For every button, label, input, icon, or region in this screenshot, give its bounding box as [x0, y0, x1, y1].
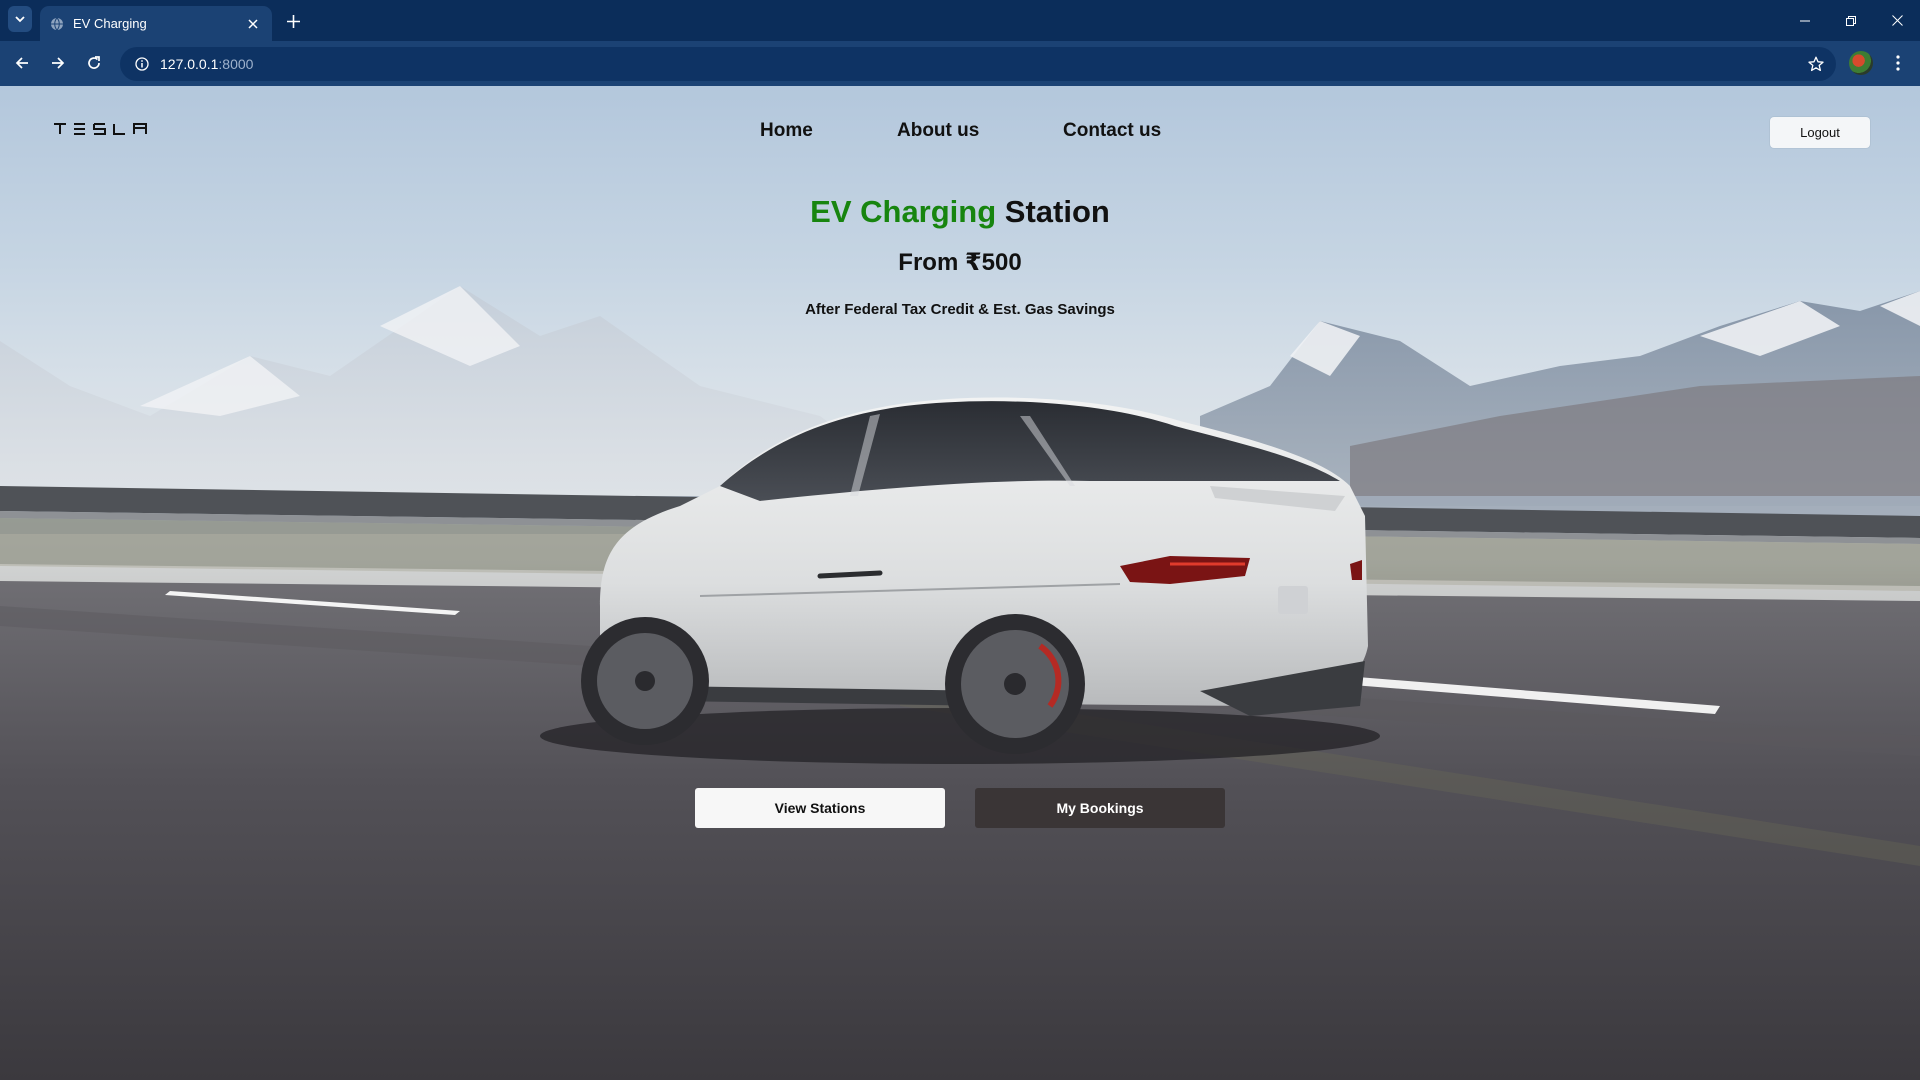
back-arrow-icon[interactable] [8, 49, 36, 77]
nav-contact-link[interactable]: Contact us [1063, 120, 1161, 142]
tab-title: EV Charging [73, 16, 147, 31]
site-info-icon[interactable] [132, 54, 152, 74]
forward-arrow-icon[interactable] [44, 49, 72, 77]
globe-icon [51, 17, 63, 30]
profile-avatar[interactable] [1849, 51, 1873, 75]
hero-subtitle: After Federal Tax Credit & Est. Gas Savi… [805, 301, 1115, 318]
browser-tab-bar: EV Charging [0, 0, 1920, 41]
page-viewport: Home About us Contact us Logout EV Charg… [0, 86, 1920, 1080]
window-controls [1782, 0, 1920, 41]
my-bookings-button[interactable]: My Bookings [975, 788, 1225, 828]
rear-wheel [945, 614, 1085, 754]
logout-button[interactable]: Logout [1770, 117, 1870, 148]
hero-title-rest: Station [996, 194, 1110, 229]
tab-list-icon[interactable] [8, 6, 32, 32]
window-close-icon[interactable] [1874, 0, 1920, 41]
minimize-icon[interactable] [1782, 0, 1828, 41]
tesla-wordmark [54, 123, 147, 135]
hero-price: From ₹500 [898, 249, 1022, 276]
hero-title-highlight: EV Charging [810, 194, 997, 229]
url-port: :8000 [218, 56, 254, 72]
plus-icon[interactable] [282, 10, 304, 32]
hero-title: EV Charging Station [0, 194, 1920, 230]
view-stations-button[interactable]: View Stations [695, 788, 945, 828]
address-bar[interactable]: 127.0.0.1:8000 [120, 47, 1836, 81]
bookmark-star-icon[interactable] [1806, 54, 1826, 74]
url-host: 127.0.0.1 [160, 56, 219, 72]
reload-icon[interactable] [80, 49, 108, 77]
browser-tab[interactable]: EV Charging [40, 6, 272, 41]
nav-about-link[interactable]: About us [897, 120, 979, 142]
nav-home-link[interactable]: Home [760, 120, 813, 142]
restore-icon[interactable] [1828, 0, 1874, 41]
front-wheel [581, 617, 709, 745]
hero-background [0, 286, 1920, 1080]
close-icon[interactable] [244, 15, 262, 33]
more-menu-icon[interactable] [1886, 51, 1910, 75]
browser-toolbar: 127.0.0.1:8000 [0, 41, 1920, 86]
